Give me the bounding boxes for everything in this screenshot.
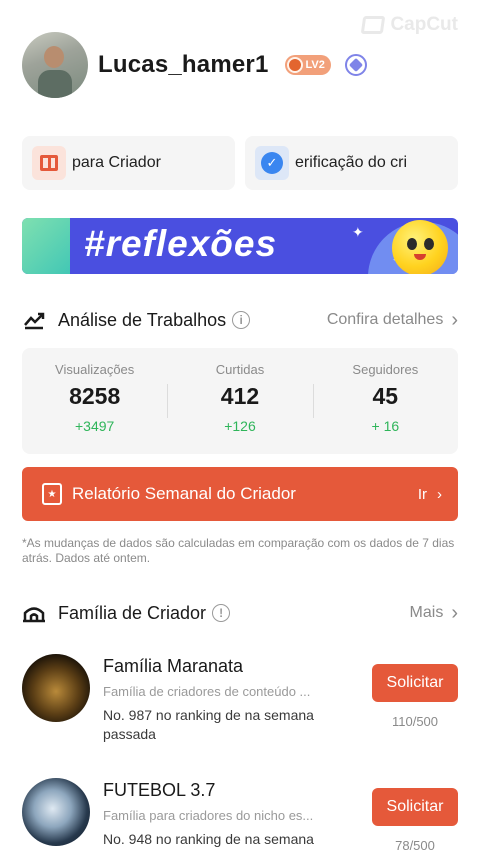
profile-header: Lucas_hamer1 LV2: [22, 32, 367, 98]
member-count: 78/500: [395, 838, 435, 853]
stat-delta: +3497: [75, 418, 115, 434]
banner-text: #reflexões: [84, 223, 278, 264]
member-count: 110/500: [391, 714, 439, 729]
family-title: Família de Criador: [58, 602, 207, 623]
family-description: Família de criadores de conteúdo ...: [103, 684, 311, 699]
stat-value: 8258: [69, 383, 121, 409]
sparkle-icon: ✦: [352, 224, 364, 240]
shortcut-card-verification[interactable]: ✓ erificação do cri: [245, 136, 458, 190]
stat-followers: Seguidores 45 + 16: [312, 348, 458, 454]
creator-badge-icon[interactable]: [344, 54, 367, 76]
family-rank: No. 948 no ranking de na semana: [103, 831, 314, 847]
stat-label: Curtidas: [215, 362, 265, 377]
username: Lucas_hamer1: [98, 51, 269, 78]
report-go-text: Ir: [417, 485, 427, 503]
level-icon: [286, 57, 303, 73]
report-go: Ir ›: [418, 486, 442, 503]
smiley-emoji-icon: [392, 220, 448, 274]
family-avatar: [22, 654, 90, 722]
details-link-text: Confira detalhes: [326, 311, 444, 328]
family-rank: No. 987 no ranking de na semana passada: [103, 707, 314, 742]
family-header: Família de Criador ! Mais ›: [22, 601, 458, 625]
stat-label: Seguidores: [352, 362, 419, 377]
trend-chart-icon: [22, 308, 46, 332]
report-label: Relatório Semanal do Criador: [72, 484, 296, 503]
capcut-watermark: CapCut: [361, 14, 458, 36]
family-more-link[interactable]: Mais ›: [410, 602, 458, 625]
chevron-right-icon: ›: [451, 308, 458, 331]
level-badge[interactable]: LV2: [284, 55, 331, 75]
request-button[interactable]: Solicitar: [372, 788, 458, 826]
stats-panel[interactable]: Visualizações 8258 +3497 Curtidas 412 +1…: [22, 348, 458, 454]
family-description: Família para criadores do nicho es...: [103, 808, 314, 823]
gift-icon: [32, 146, 66, 180]
analysis-details-link[interactable]: Confira detalhes ›: [327, 309, 458, 332]
analysis-title: Análise de Trabalhos: [58, 309, 227, 330]
family-name: FUTEBOL 3.7: [103, 780, 216, 800]
shortcut-label: para Criador: [72, 154, 161, 171]
verified-check-icon: ✓: [255, 146, 289, 180]
data-note: *As mudanças de dados são calculadas em …: [22, 536, 455, 565]
info-icon[interactable]: i: [232, 311, 251, 329]
chevron-right-icon: ›: [437, 485, 442, 503]
family-name: Família Maranata: [103, 656, 244, 676]
family-item[interactable]: FUTEBOL 3.7 Família para criadores do ni…: [22, 778, 458, 854]
level-text: LV2: [305, 59, 325, 71]
stat-delta: +126: [224, 418, 256, 434]
analysis-header: Análise de Trabalhos i Confira detalhes …: [22, 308, 458, 332]
chevron-right-icon: ›: [451, 601, 458, 624]
stat-views: Visualizações 8258 +3497: [22, 348, 167, 454]
stat-label: Visualizações: [55, 362, 135, 377]
stat-value: 412: [220, 383, 260, 409]
info-icon[interactable]: !: [212, 604, 231, 622]
more-link-text: Mais: [409, 604, 444, 621]
stat-delta: + 16: [371, 418, 400, 434]
family-avatar: [22, 778, 90, 846]
promo-banner[interactable]: #reflexões ✦ ✦: [22, 218, 458, 274]
stat-likes: Curtidas 412 +126: [167, 348, 312, 454]
watermark-text: CapCut: [390, 14, 458, 35]
family-house-icon: [22, 601, 46, 625]
weekly-report-button[interactable]: ★ Relatório Semanal do Criador Ir ›: [22, 467, 458, 521]
family-item[interactable]: Família Maranata Família de criadores de…: [22, 654, 458, 764]
request-button[interactable]: Solicitar: [372, 664, 458, 702]
shortcut-cards: para Criador ✓ erificação do cri: [22, 136, 458, 190]
avatar[interactable]: [22, 32, 88, 98]
stat-value: 45: [372, 383, 399, 409]
shortcut-label: erificação do cri: [295, 154, 408, 171]
shortcut-card-creator[interactable]: para Criador: [22, 136, 235, 190]
report-star-icon: ★: [42, 483, 62, 505]
